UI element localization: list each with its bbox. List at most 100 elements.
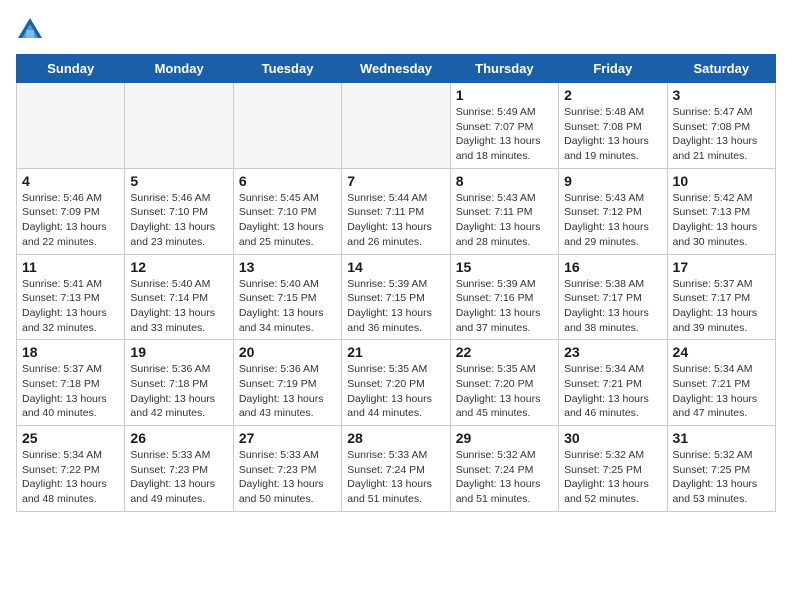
- day-cell-19: 19 Sunrise: 5:36 AM Sunset: 7:18 PM Dayli…: [125, 340, 233, 426]
- day-number: 19: [130, 344, 227, 360]
- day-info: Sunrise: 5:32 AM Sunset: 7:25 PM Dayligh…: [673, 448, 770, 507]
- day-info: Sunrise: 5:34 AM Sunset: 7:21 PM Dayligh…: [673, 362, 770, 421]
- day-number: 28: [347, 430, 444, 446]
- day-info: Sunrise: 5:39 AM Sunset: 7:16 PM Dayligh…: [456, 277, 553, 336]
- day-number: 10: [673, 173, 770, 189]
- day-number: 22: [456, 344, 553, 360]
- day-cell-15: 15 Sunrise: 5:39 AM Sunset: 7:16 PM Dayli…: [450, 254, 558, 340]
- logo-icon: [16, 16, 44, 44]
- day-cell-2: 2Sunrise: 5:48 AM Sunset: 7:08 PM Daylig…: [559, 83, 667, 169]
- page-header: [16, 16, 776, 44]
- day-number: 12: [130, 259, 227, 275]
- day-cell-31: 31Sunrise: 5:32 AM Sunset: 7:25 PM Dayli…: [667, 426, 775, 512]
- day-number: 15: [456, 259, 553, 275]
- day-number: 21: [347, 344, 444, 360]
- day-number: 4: [22, 173, 119, 189]
- day-info: Sunrise: 5:32 AM Sunset: 7:25 PM Dayligh…: [564, 448, 661, 507]
- day-info: Sunrise: 5:33 AM Sunset: 7:23 PM Dayligh…: [130, 448, 227, 507]
- day-cell-7: 7 Sunrise: 5:44 AM Sunset: 7:11 PM Daylig…: [342, 168, 450, 254]
- day-number: 27: [239, 430, 336, 446]
- calendar-table: SundayMondayTuesdayWednesdayThursdayFrid…: [16, 54, 776, 512]
- day-info: Sunrise: 5:46 AM Sunset: 7:09 PM Dayligh…: [22, 191, 119, 250]
- day-cell-17: 17 Sunrise: 5:37 AM Sunset: 7:17 PM Dayli…: [667, 254, 775, 340]
- day-cell-4: 4 Sunrise: 5:46 AM Sunset: 7:09 PM Daylig…: [17, 168, 125, 254]
- day-info: Sunrise: 5:35 AM Sunset: 7:20 PM Dayligh…: [347, 362, 444, 421]
- day-info: Sunrise: 5:35 AM Sunset: 7:20 PM Dayligh…: [456, 362, 553, 421]
- day-number: 9: [564, 173, 661, 189]
- day-number: 13: [239, 259, 336, 275]
- calendar-header-saturday: Saturday: [667, 55, 775, 83]
- day-cell-24: 24 Sunrise: 5:34 AM Sunset: 7:21 PM Dayli…: [667, 340, 775, 426]
- day-number: 23: [564, 344, 661, 360]
- day-number: 20: [239, 344, 336, 360]
- calendar-header-friday: Friday: [559, 55, 667, 83]
- calendar-header-sunday: Sunday: [17, 55, 125, 83]
- week-row-3: 11Sunrise: 5:41 AM Sunset: 7:13 PM Dayli…: [17, 254, 776, 340]
- day-info: Sunrise: 5:43 AM Sunset: 7:11 PM Dayligh…: [456, 191, 553, 250]
- day-info: Sunrise: 5:37 AM Sunset: 7:17 PM Dayligh…: [673, 277, 770, 336]
- day-info: Sunrise: 5:33 AM Sunset: 7:23 PM Dayligh…: [239, 448, 336, 507]
- day-info: Sunrise: 5:37 AM Sunset: 7:18 PM Dayligh…: [22, 362, 119, 421]
- day-number: 25: [22, 430, 119, 446]
- calendar-header-tuesday: Tuesday: [233, 55, 341, 83]
- day-info: Sunrise: 5:34 AM Sunset: 7:21 PM Dayligh…: [564, 362, 661, 421]
- day-info: Sunrise: 5:49 AM Sunset: 7:07 PM Dayligh…: [456, 105, 553, 164]
- day-number: 1: [456, 87, 553, 103]
- logo: [16, 16, 48, 44]
- day-info: Sunrise: 5:42 AM Sunset: 7:13 PM Dayligh…: [673, 191, 770, 250]
- day-cell-16: 16Sunrise: 5:38 AM Sunset: 7:17 PM Dayli…: [559, 254, 667, 340]
- day-number: 2: [564, 87, 661, 103]
- day-cell-1: 1 Sunrise: 5:49 AM Sunset: 7:07 PM Daylig…: [450, 83, 558, 169]
- day-cell-11: 11Sunrise: 5:41 AM Sunset: 7:13 PM Dayli…: [17, 254, 125, 340]
- empty-cell: [342, 83, 450, 169]
- calendar-header-row: SundayMondayTuesdayWednesdayThursdayFrid…: [17, 55, 776, 83]
- day-info: Sunrise: 5:46 AM Sunset: 7:10 PM Dayligh…: [130, 191, 227, 250]
- day-info: Sunrise: 5:39 AM Sunset: 7:15 PM Dayligh…: [347, 277, 444, 336]
- day-number: 24: [673, 344, 770, 360]
- day-number: 8: [456, 173, 553, 189]
- empty-cell: [233, 83, 341, 169]
- day-cell-21: 21 Sunrise: 5:35 AM Sunset: 7:20 PM Dayli…: [342, 340, 450, 426]
- day-info: Sunrise: 5:45 AM Sunset: 7:10 PM Dayligh…: [239, 191, 336, 250]
- day-number: 14: [347, 259, 444, 275]
- day-cell-6: 6 Sunrise: 5:45 AM Sunset: 7:10 PM Daylig…: [233, 168, 341, 254]
- day-number: 29: [456, 430, 553, 446]
- day-number: 11: [22, 259, 119, 275]
- day-cell-5: 5Sunrise: 5:46 AM Sunset: 7:10 PM Daylig…: [125, 168, 233, 254]
- day-info: Sunrise: 5:32 AM Sunset: 7:24 PM Dayligh…: [456, 448, 553, 507]
- day-cell-28: 28 Sunrise: 5:33 AM Sunset: 7:24 PM Dayli…: [342, 426, 450, 512]
- week-row-2: 4 Sunrise: 5:46 AM Sunset: 7:09 PM Daylig…: [17, 168, 776, 254]
- day-number: 16: [564, 259, 661, 275]
- calendar-header-wednesday: Wednesday: [342, 55, 450, 83]
- empty-cell: [125, 83, 233, 169]
- day-number: 26: [130, 430, 227, 446]
- day-info: Sunrise: 5:40 AM Sunset: 7:15 PM Dayligh…: [239, 277, 336, 336]
- calendar-header-thursday: Thursday: [450, 55, 558, 83]
- day-cell-12: 12 Sunrise: 5:40 AM Sunset: 7:14 PM Dayli…: [125, 254, 233, 340]
- day-cell-23: 23 Sunrise: 5:34 AM Sunset: 7:21 PM Dayli…: [559, 340, 667, 426]
- day-cell-10: 10 Sunrise: 5:42 AM Sunset: 7:13 PM Dayli…: [667, 168, 775, 254]
- day-number: 7: [347, 173, 444, 189]
- week-row-4: 18 Sunrise: 5:37 AM Sunset: 7:18 PM Dayli…: [17, 340, 776, 426]
- day-cell-29: 29 Sunrise: 5:32 AM Sunset: 7:24 PM Dayli…: [450, 426, 558, 512]
- day-cell-22: 22 Sunrise: 5:35 AM Sunset: 7:20 PM Dayli…: [450, 340, 558, 426]
- day-info: Sunrise: 5:47 AM Sunset: 7:08 PM Dayligh…: [673, 105, 770, 164]
- week-row-1: 1 Sunrise: 5:49 AM Sunset: 7:07 PM Daylig…: [17, 83, 776, 169]
- empty-cell: [17, 83, 125, 169]
- day-info: Sunrise: 5:44 AM Sunset: 7:11 PM Dayligh…: [347, 191, 444, 250]
- day-info: Sunrise: 5:40 AM Sunset: 7:14 PM Dayligh…: [130, 277, 227, 336]
- week-row-5: 25 Sunrise: 5:34 AM Sunset: 7:22 PM Dayli…: [17, 426, 776, 512]
- day-cell-30: 30Sunrise: 5:32 AM Sunset: 7:25 PM Dayli…: [559, 426, 667, 512]
- day-number: 17: [673, 259, 770, 275]
- day-number: 3: [673, 87, 770, 103]
- day-cell-13: 13 Sunrise: 5:40 AM Sunset: 7:15 PM Dayli…: [233, 254, 341, 340]
- day-number: 6: [239, 173, 336, 189]
- day-cell-8: 8 Sunrise: 5:43 AM Sunset: 7:11 PM Daylig…: [450, 168, 558, 254]
- day-info: Sunrise: 5:34 AM Sunset: 7:22 PM Dayligh…: [22, 448, 119, 507]
- day-info: Sunrise: 5:36 AM Sunset: 7:19 PM Dayligh…: [239, 362, 336, 421]
- day-cell-20: 20 Sunrise: 5:36 AM Sunset: 7:19 PM Dayli…: [233, 340, 341, 426]
- day-info: Sunrise: 5:36 AM Sunset: 7:18 PM Dayligh…: [130, 362, 227, 421]
- day-cell-27: 27 Sunrise: 5:33 AM Sunset: 7:23 PM Dayli…: [233, 426, 341, 512]
- day-info: Sunrise: 5:33 AM Sunset: 7:24 PM Dayligh…: [347, 448, 444, 507]
- day-number: 18: [22, 344, 119, 360]
